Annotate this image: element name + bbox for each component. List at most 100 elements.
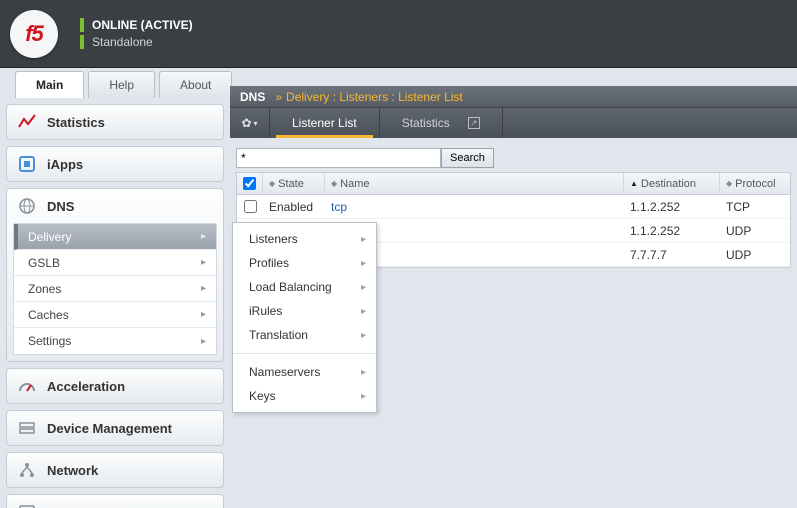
fly-irules[interactable]: iRules▸ <box>233 299 376 323</box>
brand-logo: f5 <box>10 10 58 58</box>
nav-label: System <box>47 505 93 508</box>
chevron-right-icon: ▸ <box>201 283 206 294</box>
chevron-right-icon: ▸ <box>361 234 366 245</box>
nav-section-statistics[interactable]: Statistics <box>6 104 224 140</box>
subtab-label: Listener List <box>292 116 357 130</box>
dns-submenu: Delivery ▸ GSLB ▸ Zones ▸ Caches ▸ <box>13 223 217 355</box>
gauge-icon <box>17 376 37 396</box>
fly-profiles[interactable]: Profiles▸ <box>233 251 376 275</box>
cell-proto: UDP <box>726 248 751 262</box>
sort-icon: ◆ <box>726 179 732 188</box>
status-mode: Standalone <box>92 35 153 49</box>
nav-label: DNS <box>47 199 74 214</box>
tab-help[interactable]: Help <box>88 71 155 98</box>
nav-section-acceleration[interactable]: Acceleration <box>6 368 224 404</box>
fly-listeners[interactable]: Listeners▸ <box>233 227 376 251</box>
chevron-right-icon: ▸ <box>201 336 206 347</box>
network-icon <box>17 460 37 480</box>
cell-name-link[interactable]: tcp <box>331 200 347 214</box>
select-all-checkbox[interactable] <box>243 177 256 190</box>
nav-section-network[interactable]: Network <box>6 452 224 488</box>
subtab-statistics[interactable]: Statistics ↗ <box>380 108 503 138</box>
crumb-sep: » <box>275 90 282 104</box>
device-icon <box>17 418 37 438</box>
nav-head-dns[interactable]: DNS <box>7 189 223 223</box>
sub-zones[interactable]: Zones ▸ <box>14 276 216 302</box>
system-icon <box>17 502 37 508</box>
nav-label: iApps <box>47 157 83 172</box>
status-online: ONLINE (ACTIVE) <box>92 18 193 32</box>
status-block: ONLINE (ACTIVE) Standalone <box>80 15 193 52</box>
sub-label: GSLB <box>28 256 60 270</box>
sort-icon: ◆ <box>269 179 275 188</box>
crumb-module: DNS <box>240 90 265 104</box>
sub-delivery[interactable]: Delivery ▸ <box>14 224 216 250</box>
nav-section-dns: DNS Delivery ▸ GSLB ▸ Zones ▸ <box>6 188 224 362</box>
nav-section-system[interactable]: System <box>6 494 224 508</box>
col-protocol[interactable]: ◆Protocol <box>720 173 790 194</box>
col-destination[interactable]: ▲Destination <box>624 173 720 194</box>
chevron-right-icon: ▸ <box>361 306 366 317</box>
sub-label: Zones <box>28 282 61 296</box>
tab-about[interactable]: About <box>159 71 232 98</box>
chevron-right-icon: ▸ <box>361 367 366 378</box>
chevron-right-icon: ▸ <box>201 231 206 242</box>
table-row[interactable]: Enabled tcp 1.1.2.252 TCP <box>237 195 790 219</box>
crumb-path: Delivery : Listeners : Listener List <box>286 90 463 104</box>
cell-proto: UDP <box>726 224 751 238</box>
subtab-bar: ✿ ▾ Listener List Statistics ↗ <box>230 108 797 138</box>
nav-label: Acceleration <box>47 379 125 394</box>
breadcrumb: DNS » Delivery : Listeners : Listener Li… <box>230 86 797 108</box>
row-checkbox[interactable] <box>244 200 257 213</box>
left-navigation: Statistics iApps DNS <box>0 98 230 508</box>
chevron-right-icon: ▸ <box>361 282 366 293</box>
cell-state: Enabled <box>269 200 313 214</box>
fly-nameservers[interactable]: Nameservers▸ <box>233 360 376 384</box>
chevron-right-icon: ▸ <box>201 257 206 268</box>
chevron-down-icon: ▾ <box>254 119 258 128</box>
search-input[interactable] <box>236 148 441 168</box>
sub-settings[interactable]: Settings ▸ <box>14 328 216 354</box>
nav-section-device-mgmt[interactable]: Device Management <box>6 410 224 446</box>
chevron-right-icon: ▸ <box>361 330 366 341</box>
search-row: Search <box>236 148 791 168</box>
subtab-label: Statistics <box>402 116 450 130</box>
sort-icon: ◆ <box>331 179 337 188</box>
chevron-right-icon: ▸ <box>361 258 366 269</box>
tab-main[interactable]: Main <box>15 71 84 98</box>
grid-header: ◆State ◆Name ▲Destination ◆Protocol <box>237 173 790 195</box>
col-checkbox[interactable] <box>237 173 263 194</box>
chevron-right-icon: ▸ <box>201 309 206 320</box>
cell-proto: TCP <box>726 200 750 214</box>
gear-menu-button[interactable]: ✿ ▾ <box>230 108 270 138</box>
fly-keys[interactable]: Keys▸ <box>233 384 376 408</box>
sort-asc-icon: ▲ <box>630 179 638 188</box>
brand-logo-text: f5 <box>25 21 43 47</box>
fly-translation[interactable]: Translation▸ <box>233 323 376 347</box>
sub-caches[interactable]: Caches ▸ <box>14 302 216 328</box>
iapps-icon <box>17 154 37 174</box>
nav-section-iapps[interactable]: iApps <box>6 146 224 182</box>
col-name[interactable]: ◆Name <box>325 173 624 194</box>
sub-label: Settings <box>28 334 71 348</box>
nav-label: Statistics <box>47 115 105 130</box>
cell-dest: 1.1.2.252 <box>630 224 680 238</box>
nav-label: Device Management <box>47 421 172 436</box>
status-indicator-icon <box>80 35 84 49</box>
cell-dest: 7.7.7.7 <box>630 248 667 262</box>
sub-gslb[interactable]: GSLB ▸ <box>14 250 216 276</box>
status-indicator-icon <box>80 18 84 32</box>
subtab-listener-list[interactable]: Listener List <box>270 108 380 138</box>
fly-load-balancing[interactable]: Load Balancing▸ <box>233 275 376 299</box>
top-banner: f5 ONLINE (ACTIVE) Standalone <box>0 0 797 68</box>
nav-label: Network <box>47 463 98 478</box>
search-button[interactable]: Search <box>441 148 494 168</box>
popout-icon[interactable]: ↗ <box>468 117 480 129</box>
statistics-icon <box>17 112 37 132</box>
flyout-divider <box>233 353 376 354</box>
col-state[interactable]: ◆State <box>263 173 325 194</box>
globe-icon <box>17 196 37 216</box>
gear-icon: ✿ <box>241 116 251 130</box>
chevron-right-icon: ▸ <box>361 391 366 402</box>
sub-label: Caches <box>28 308 69 322</box>
